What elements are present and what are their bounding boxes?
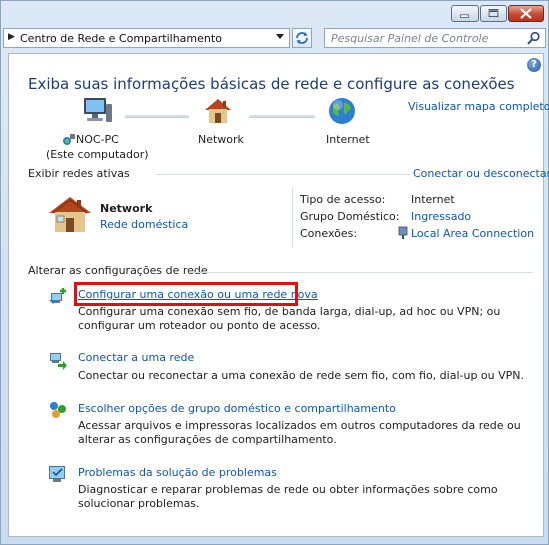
vertical-divider (292, 187, 293, 247)
home-network-icon (205, 99, 231, 123)
breadcrumb[interactable]: ▶ Centro de Rede e Compartilhamento (3, 28, 290, 48)
homegroup-options-icon (50, 402, 66, 418)
connect-network-icon (50, 353, 67, 370)
access-type-value: Internet (411, 193, 455, 206)
help-icon[interactable]: ? (527, 58, 541, 72)
troubleshoot-icon (49, 466, 65, 482)
chevron-down-icon[interactable] (276, 34, 284, 39)
computer-network-icon (63, 134, 75, 145)
homegroup-label: Grupo Doméstico: (300, 210, 400, 223)
refresh-icon (296, 32, 308, 44)
search-icon[interactable] (527, 31, 541, 45)
close-button[interactable] (508, 5, 544, 22)
setup-new-connection-desc: Configurar uma conexão sem fio, de banda… (78, 305, 501, 332)
troubleshoot-desc: Diagnosticar e reparar problemas de rede… (78, 483, 498, 510)
troubleshoot-link[interactable]: Problemas da solução de problemas (78, 466, 277, 479)
new-connection-icon (49, 288, 66, 304)
breadcrumb-arrow-icon[interactable]: ▶ (8, 32, 15, 42)
minimize-icon (460, 14, 469, 18)
home-network-icon (49, 197, 91, 232)
homegroup-sharing-link[interactable]: Escolher opções de grupo doméstico e com… (78, 402, 396, 415)
search-input[interactable]: Pesquisar Painel de Controle (324, 28, 546, 48)
connect-to-network-link[interactable]: Conectar a uma rede (78, 351, 194, 364)
network-adapter-icon (398, 226, 408, 239)
search-placeholder: Pesquisar Painel de Controle (331, 32, 489, 45)
map-link-line (125, 115, 189, 118)
network-map-label: Network (198, 133, 244, 146)
globe-icon (329, 98, 355, 124)
connect-to-network-desc: Conectar ou reconectar a uma conexão de … (78, 369, 524, 382)
section-divider (155, 174, 410, 175)
homegroup-link[interactable]: Ingressado (411, 210, 471, 223)
close-icon (520, 8, 532, 19)
internet-map-label: Internet (326, 133, 370, 146)
minimize-button[interactable] (451, 5, 479, 22)
maximize-button[interactable] (480, 5, 507, 22)
access-type-label: Tipo de acesso: (300, 193, 386, 206)
refresh-button[interactable] (292, 28, 312, 48)
homegroup-sharing-desc: Acessar arquivos e impressoras localizad… (78, 419, 521, 446)
breadcrumb-label[interactable]: Centro de Rede e Compartilhamento (20, 32, 222, 45)
highlight-box (74, 282, 298, 306)
window: ▶ Centro de Rede e Compartilhamento Pesq… (0, 0, 549, 545)
view-full-map-link[interactable]: Visualizar mapa completo (408, 100, 549, 113)
active-network-name: Network (100, 202, 153, 215)
change-settings-heading: Alterar as configurações de rede (28, 264, 208, 277)
computer-icon (84, 98, 112, 122)
network-type-link[interactable]: Rede doméstica (100, 218, 188, 231)
computer-name: NOC-PC (76, 133, 119, 146)
active-networks-heading: Exibir redes ativas (28, 167, 130, 180)
local-area-connection-link[interactable]: Local Area Connection (411, 227, 534, 240)
maximize-icon (488, 9, 499, 18)
section-divider (189, 272, 533, 273)
computer-subtitle: (Este computador) (46, 148, 149, 161)
content-pane: ? Exiba suas informações básicas de rede… (8, 53, 549, 537)
map-link-line (249, 115, 315, 118)
connections-label: Conexões: (300, 227, 358, 240)
address-bar: ▶ Centro de Rede e Compartilhamento Pesq… (3, 28, 547, 50)
title-bar (1, 1, 548, 27)
page-title: Exiba suas informações básicas de rede e… (28, 75, 515, 93)
connect-disconnect-link[interactable]: Conectar ou desconectar (413, 167, 549, 180)
